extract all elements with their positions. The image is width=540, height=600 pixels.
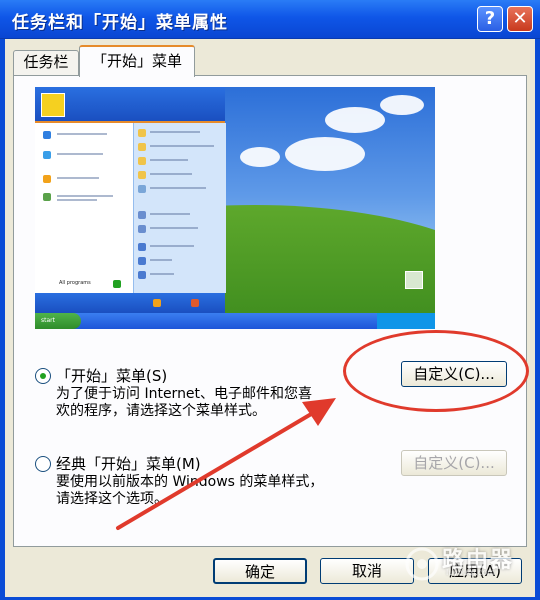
menu-line <box>57 133 107 135</box>
help-icon <box>138 243 146 251</box>
preview-system-tray <box>377 313 435 329</box>
computer-icon <box>138 185 146 193</box>
menu-line <box>150 245 194 247</box>
menu-line <box>57 199 97 201</box>
user-avatar <box>41 93 65 117</box>
menu-line <box>150 213 190 215</box>
start-menu-footer <box>35 293 225 313</box>
search-icon <box>138 257 146 265</box>
classic-menu-radio[interactable] <box>35 456 51 472</box>
menu-line <box>150 259 172 261</box>
classic-menu-description: 要使用以前版本的 Windows 的菜单样式， 请选择这个选项。 <box>56 474 386 508</box>
cloud <box>380 95 424 115</box>
start-menu-header <box>35 87 225 123</box>
tour-icon <box>43 193 51 201</box>
preview-start-button: start <box>35 313 81 329</box>
menu-line <box>150 131 200 133</box>
run-icon <box>138 271 146 279</box>
start-menu-left-pane <box>35 123 133 293</box>
tab-taskbar[interactable]: 任务栏 <box>13 50 79 76</box>
desc-line: 要使用以前版本的 Windows 的菜单样式， <box>56 474 324 490</box>
help-button[interactable]: ? <box>477 6 503 32</box>
media-icon <box>43 175 51 183</box>
all-programs-label: All programs <box>59 280 91 286</box>
menu-line <box>150 273 174 275</box>
cloud <box>285 137 365 171</box>
watermark-sub: luyouqi.com <box>446 568 495 577</box>
recycle-bin-icon <box>405 271 423 289</box>
start-menu-radio[interactable] <box>35 368 51 384</box>
shutdown-icon <box>191 299 199 307</box>
start-menu-preview: All programs start <box>35 87 435 329</box>
menu-line <box>57 177 99 179</box>
control-icon <box>138 211 146 219</box>
ok-button[interactable]: 确定 <box>213 558 307 584</box>
menu-line <box>150 173 192 175</box>
folder-icon <box>138 143 146 151</box>
menu-line <box>150 187 206 189</box>
folder-icon <box>138 157 146 165</box>
desc-line: 欢的程序，请选择这个菜单样式。 <box>56 403 266 419</box>
router-logo-icon <box>405 547 439 581</box>
menu-line <box>150 159 188 161</box>
watermark: 路由器 luyouqi.com <box>402 538 534 592</box>
folder-icon <box>138 129 146 137</box>
logoff-icon <box>153 299 161 307</box>
preview-taskbar <box>35 313 435 329</box>
mail-icon <box>43 151 51 159</box>
folder-icon <box>138 171 146 179</box>
radio-selected-dot <box>40 373 46 379</box>
network-icon <box>138 225 146 233</box>
window-title: 任务栏和「开始」菜单属性 <box>12 13 228 33</box>
desc-line: 为了便于访问 Internet、电子邮件和您喜 <box>56 386 313 402</box>
browser-icon <box>43 131 51 139</box>
menu-line <box>150 227 198 229</box>
start-menu-right-pane <box>133 123 226 293</box>
start-menu-option-label[interactable]: 「开始」菜单(S) <box>56 365 167 386</box>
menu-line <box>150 145 214 147</box>
menu-line <box>57 195 113 197</box>
classic-menu-option-label[interactable]: 经典「开始」菜单(M) <box>56 453 201 474</box>
desc-line: 请选择这个选项。 <box>56 491 168 507</box>
title-bar[interactable]: 任务栏和「开始」菜单属性 ? ✕ <box>0 0 540 39</box>
dialog-window: 任务栏和「开始」菜单属性 ? ✕ 任务栏 「开始」菜单 All programs… <box>0 0 540 600</box>
cancel-button[interactable]: 取消 <box>320 558 414 584</box>
cloud <box>325 107 385 133</box>
tab-start-menu[interactable]: 「开始」菜单 <box>79 45 195 77</box>
close-button[interactable]: ✕ <box>507 6 533 32</box>
start-menu-description: 为了便于访问 Internet、电子邮件和您喜 欢的程序，请选择这个菜单样式。 <box>56 386 386 420</box>
menu-line <box>57 153 103 155</box>
arrow-icon <box>113 280 121 288</box>
classic-customize-button[interactable]: 自定义(C)... <box>401 450 507 476</box>
highlight-ellipse <box>343 330 529 412</box>
cloud <box>240 147 280 167</box>
